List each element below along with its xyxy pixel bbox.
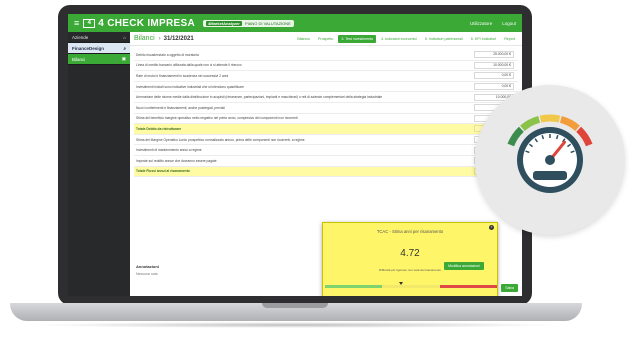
laptop-notch <box>262 303 328 308</box>
main-content: Bilanci › 31/12/2021 Bilancio Prospetto … <box>130 32 522 296</box>
laptop-shadow <box>30 322 560 328</box>
sidebar-item-label: FinanceDesign <box>72 45 105 51</box>
sidebar-item-bilanci[interactable]: Bilanci ▣ <box>68 54 130 65</box>
row-label: Rate di mutui e finanziamenti in scadenz… <box>136 73 229 78</box>
page-header: Bilanci › 31/12/2021 Bilancio Prospetto … <box>130 32 522 46</box>
row-value-input[interactable]: 10.000,00 € <box>474 61 514 69</box>
logout-link[interactable]: Logout <box>502 21 516 26</box>
table-row: Linea di credito bancario utilizzata dal… <box>134 61 518 72</box>
row-label: Imposte sul reddito annue che dovranno e… <box>136 158 217 163</box>
row-label: Totale Debito da ristrutturare <box>136 126 182 131</box>
row-label: Ammontare delle risorse medie dalla dist… <box>136 95 383 100</box>
table-row: Investimenti iniziali sono indicative in… <box>134 82 518 93</box>
row-label: Investimenti iniziali sono indicative in… <box>136 84 244 89</box>
app-title: 4 CHECK IMPRESA <box>98 17 196 29</box>
gauge-segment <box>520 116 541 132</box>
page-date: 31/12/2021 <box>163 35 194 42</box>
tab-report[interactable]: Report <box>501 35 518 43</box>
table-row: Ammontare delle risorse medie dalla dist… <box>134 92 518 103</box>
row-value-input[interactable]: 25.000,00 € <box>474 51 514 59</box>
gauge-segment <box>559 116 580 132</box>
total-row: Totale Flussi annui al risanamento1.15 <box>134 166 518 178</box>
table-row: Debito riscadenziato a oggetto di morato… <box>134 50 518 61</box>
data-table: Debito riscadenziato a oggetto di morato… <box>134 50 518 178</box>
table-row: Nuovi conferimenti e finanziamenti, anch… <box>134 103 518 114</box>
save-button[interactable]: Salva <box>501 284 518 292</box>
row-label: Totale Flussi annui al risanamento <box>136 169 190 174</box>
company-selector[interactable]: 4MarketAnalyzer PIANO DI VALUTAZIONE <box>203 19 294 27</box>
gauge-segment <box>576 126 593 147</box>
notes-title: Annotazioni <box>136 264 159 269</box>
table-row: Stima del Margine Operativo Lordo prospe… <box>134 135 518 146</box>
edit-notes-button[interactable]: Modifica annotazioni <box>444 262 484 270</box>
gauge-segment <box>539 114 561 123</box>
chevron-right-icon: › <box>158 35 161 42</box>
marketing-scene: ≡ 4 4 CHECK IMPRESA 4MarketAnalyzer PIAN… <box>0 0 630 340</box>
user-link[interactable]: Utilizzatore <box>470 21 492 26</box>
search-icon: ⌕ <box>123 45 126 51</box>
row-label: Stima del beneficio margine operativo ne… <box>136 116 298 121</box>
top-right-links: Utilizzatore Logout <box>470 21 516 26</box>
row-label: Nuovi conferimenti e finanziamenti, anch… <box>136 105 225 110</box>
document-icon: ▣ <box>121 56 126 61</box>
row-value-input[interactable]: 0,00 € <box>474 72 514 80</box>
row-label: Debito riscadenziato a oggetto di morato… <box>136 52 199 57</box>
app-logo-icon: 4 <box>83 18 96 28</box>
speedometer-icon <box>507 114 593 193</box>
laptop-screen: ≡ 4 4 CHECK IMPRESA 4MarketAnalyzer PIAN… <box>68 14 522 296</box>
gauge-hub <box>545 155 555 165</box>
company-badge: 4MarketAnalyzer <box>206 20 242 26</box>
sidebar-item-financedesign[interactable]: FinanceDesign ⌕ <box>68 43 130 54</box>
row-label: Investimenti di mantenimento annui a reg… <box>136 148 202 153</box>
table-row: Investimenti di mantenimento annui a reg… <box>134 145 518 156</box>
company-text: PIANO DI VALUTAZIONE <box>244 20 291 26</box>
tab-prospetto[interactable]: Prospetto <box>315 35 336 43</box>
sidebar-item-aziende[interactable]: Aziende ⌂ <box>68 32 130 43</box>
notes-text: Nessuna nota <box>136 272 158 276</box>
row-label: Linea di credito bancario utilizzata dal… <box>136 63 242 68</box>
tab-bar: Bilancio Prospetto 3. Test investimento … <box>294 34 518 43</box>
tab-indicatori-economici[interactable]: 4. Indicatori economici <box>378 35 420 43</box>
notes-section: Annotazioni Nessuna nota Modifica annota… <box>130 262 484 286</box>
table-row: Imposte sul reddito annue che dovranno e… <box>134 156 518 167</box>
sidebar-item-label: Bilanci <box>72 56 86 62</box>
gauge-base <box>533 171 567 180</box>
table-row: Stima del beneficio margine operativo ne… <box>134 114 518 125</box>
total-row: Totale Debito da ristrutturare <box>134 124 518 135</box>
sidebar-item-label: Aziende <box>72 34 89 40</box>
tab-bilancio[interactable]: Bilancio <box>294 35 313 43</box>
row-label: Stima del Margine Operativo Lordo prospe… <box>136 137 305 142</box>
modal-title: TCAC - Stima anni per risanamento <box>376 229 444 234</box>
gauge-segment <box>507 126 524 147</box>
tab-kpi-indicatori[interactable]: 6. KPI Indicatori <box>468 35 499 43</box>
page-title: Bilanci <box>134 35 155 42</box>
home-icon: ⌂ <box>123 34 126 40</box>
top-bar: ≡ 4 4 CHECK IMPRESA 4MarketAnalyzer PIAN… <box>68 14 522 32</box>
sidebar: Aziende ⌂ FinanceDesign ⌕ Bilanci ▣ <box>68 32 130 296</box>
tab-indicatori-patrimoniali[interactable]: 5. Indicatori patrimoniali <box>422 35 466 43</box>
modal-value: 4.72 <box>400 248 420 259</box>
hamburger-menu-icon[interactable]: ≡ <box>74 18 79 28</box>
table-row: Rate di mutui e finanziamenti in scadenz… <box>134 71 518 82</box>
tab-test-investimento[interactable]: 3. Test investimento <box>338 34 377 43</box>
